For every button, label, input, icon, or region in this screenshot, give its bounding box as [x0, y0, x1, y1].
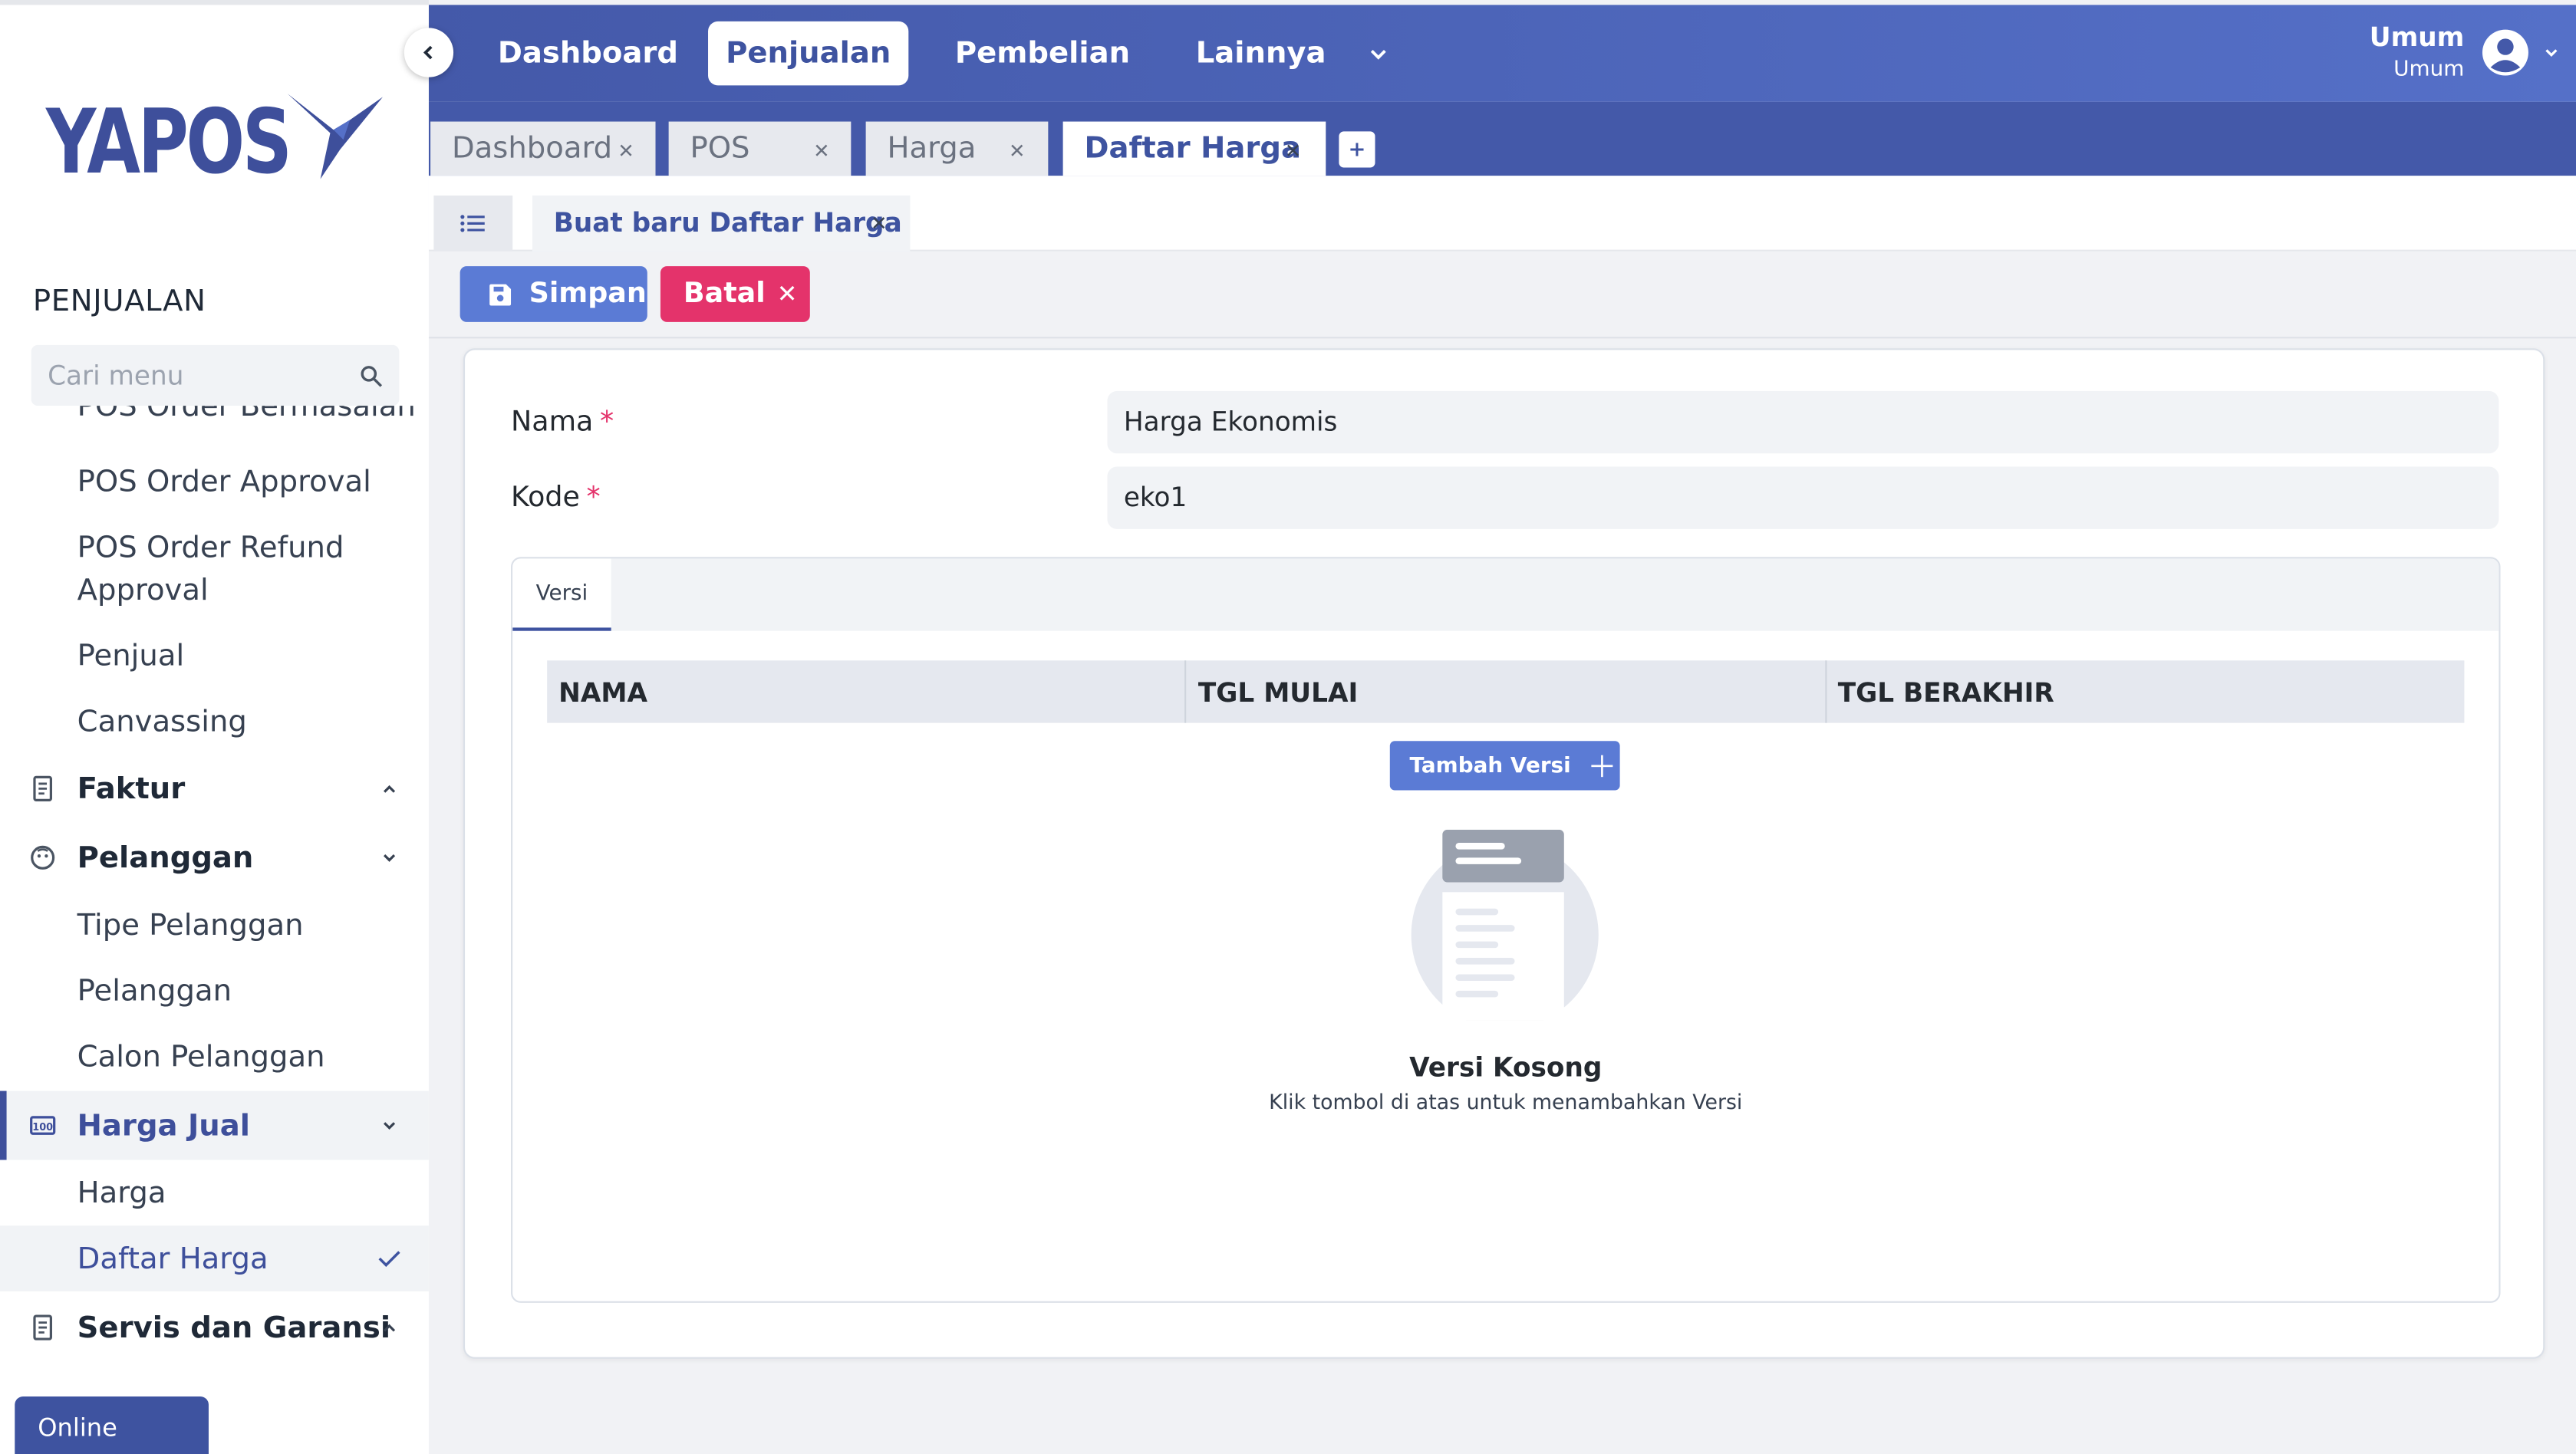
app-root: YAPOS PENJUALAN Cari menu POS Order Berm…	[0, 0, 2576, 1454]
close-icon[interactable]: ✕	[1285, 140, 1302, 163]
nama-label: Nama *	[511, 406, 614, 439]
sidebar-item-harga[interactable]: Harga	[0, 1160, 429, 1226]
sidebar-item-pelanggan[interactable]: Pelanggan	[0, 958, 429, 1024]
versi-table-header: NAMA TGL MULAI TGL BERAKHIR	[547, 660, 2465, 723]
chevron-up-icon[interactable]	[380, 778, 400, 798]
chevron-down-icon[interactable]	[2543, 44, 2559, 60]
required-mark: *	[586, 481, 601, 515]
nav-pembelian[interactable]: Pembelian	[937, 21, 1148, 86]
sidebar-item-penjual[interactable]: Penjual	[0, 623, 429, 689]
close-icon: ✕	[776, 279, 798, 309]
plus-icon	[1350, 143, 1364, 156]
user-avatar-icon[interactable]	[2481, 27, 2530, 76]
sidebar-item-tipe-pelanggan[interactable]: Tipe Pelanggan	[0, 892, 429, 958]
column-header-tgl-mulai[interactable]: TGL MULAI	[1187, 660, 1827, 723]
svg-text:100: 100	[32, 1122, 53, 1133]
chevron-left-icon	[423, 45, 433, 60]
search-icon[interactable]	[360, 364, 383, 387]
empty-state-title: Versi Kosong	[1409, 1051, 1603, 1083]
tab-versi[interactable]: Versi	[512, 558, 611, 631]
chevron-down-icon[interactable]	[1367, 42, 1390, 65]
nav-lainnya[interactable]: Lainnya	[1178, 21, 1344, 86]
sidebar-item-daftar-harga[interactable]: Daftar Harga	[0, 1225, 429, 1291]
sidebar-group-servis-dan-garansi[interactable]: Servis dan Garansi	[0, 1293, 429, 1362]
sidebar-section-title: PENJUALAN	[32, 284, 206, 319]
collapse-sidebar-button[interactable]	[404, 28, 454, 77]
floppy-disk-icon	[489, 283, 512, 305]
check-icon	[378, 1251, 400, 1268]
nama-field[interactable]: Harga Ekonomis	[1107, 390, 2499, 454]
close-icon[interactable]: ✕	[1009, 140, 1026, 163]
user-name: Umum	[2369, 21, 2465, 53]
form-card: Nama * Harga Ekonomis Kode * eko1 Versi NA…	[463, 348, 2545, 1359]
nav-dashboard[interactable]: Dashboard	[479, 21, 696, 86]
sidebar-item-pos-order-bermasalah[interactable]: POS Order Bermasalah	[0, 406, 429, 423]
sidebar-group-faktur[interactable]: Faktur	[0, 754, 429, 823]
add-versi-button[interactable]: Tambah Versi ＋	[1389, 741, 1620, 791]
user-role: Umum	[2393, 57, 2465, 83]
column-header-nama[interactable]: NAMA	[547, 660, 1187, 723]
sidebar-group-harga-jual[interactable]: 100 Harga Jual	[0, 1090, 429, 1160]
sidebar: YAPOS PENJUALAN Cari menu POS Order Berm…	[0, 0, 429, 1454]
empty-document-illustration-icon	[1411, 829, 1599, 1021]
sidebar-menu: POS Order Bermasalah POS Order Approval …	[0, 406, 429, 1367]
versi-tabs: Versi	[512, 558, 2499, 631]
required-mark: *	[599, 406, 614, 439]
online-status-badge: Online	[15, 1396, 209, 1454]
empty-state-subtitle: Klik tombol di atas untuk menambahkan Ve…	[1269, 1089, 1743, 1114]
document-icon	[33, 1314, 52, 1341]
list-view-button[interactable]	[433, 195, 513, 252]
kode-field[interactable]: eko1	[1107, 466, 2499, 529]
customer-face-icon	[31, 845, 55, 870]
action-bar: Simpan Batal ✕	[428, 251, 2576, 339]
kode-label: Kode *	[511, 481, 601, 515]
chevron-down-icon[interactable]	[380, 847, 400, 867]
sub-tabs-bar: Buat baru Daftar Harga ✕	[428, 176, 2576, 252]
sidebar-item-calon-pelanggan[interactable]: Calon Pelanggan	[0, 1024, 429, 1090]
tab-pos[interactable]: POS ✕	[668, 121, 852, 176]
chevron-down-icon[interactable]	[380, 1116, 400, 1136]
subtab-buat-baru-daftar-harga[interactable]: Buat baru Daftar Harga ✕	[532, 195, 911, 252]
user-menu[interactable]: Umum Umum	[2370, 21, 2560, 82]
column-header-tgl-berakhir[interactable]: TGL BERAKHIR	[1827, 660, 2465, 722]
sidebar-item-pos-order-approval[interactable]: POS Order Approval	[0, 449, 429, 515]
sidebar-item-pos-order-refund-approval[interactable]: POS Order Refund Approval	[0, 524, 429, 616]
add-tab-button[interactable]	[1339, 131, 1375, 168]
top-navigation-bar: Dashboard Penjualan Pembelian Lainnya Um…	[428, 5, 2576, 102]
close-icon[interactable]: ✕	[618, 140, 634, 163]
close-icon[interactable]: ✕	[871, 212, 888, 235]
nav-penjualan[interactable]: Penjualan	[707, 21, 909, 86]
cancel-button[interactable]: Batal ✕	[660, 266, 810, 322]
menu-search-input[interactable]: Cari menu	[31, 344, 400, 406]
menu-search-placeholder: Cari menu	[48, 360, 184, 391]
sidebar-group-pelanggan[interactable]: Pelanggan	[0, 823, 429, 892]
save-button[interactable]: Simpan	[460, 266, 647, 322]
price-tag-icon: 100	[30, 1116, 56, 1135]
plus-icon: ＋	[1587, 751, 1617, 786]
bird-logo-icon	[287, 94, 383, 179]
versi-panel: Versi NAMA TGL MULAI TGL BERAKHIR Tambah…	[511, 557, 2501, 1303]
sidebar-item-canvassing[interactable]: Canvassing	[0, 689, 429, 755]
chevron-up-icon[interactable]	[380, 1317, 400, 1337]
close-icon[interactable]: ✕	[813, 140, 830, 163]
top-nav: Dashboard Penjualan Pembelian Lainnya	[429, 5, 1390, 101]
invoice-icon	[33, 775, 52, 801]
list-icon	[460, 215, 485, 232]
tab-daftar-harga[interactable]: Daftar Harga ✕	[1062, 121, 1326, 176]
tab-harga[interactable]: Harga ✕	[865, 121, 1049, 176]
logo: YAPOS	[45, 90, 383, 194]
open-tabs-bar: Dashboard ✕ POS ✕ Harga ✕ Daftar Harga ✕	[428, 101, 2576, 176]
logo-text: YAPOS	[45, 90, 292, 194]
tab-dashboard[interactable]: Dashboard ✕	[430, 121, 656, 176]
